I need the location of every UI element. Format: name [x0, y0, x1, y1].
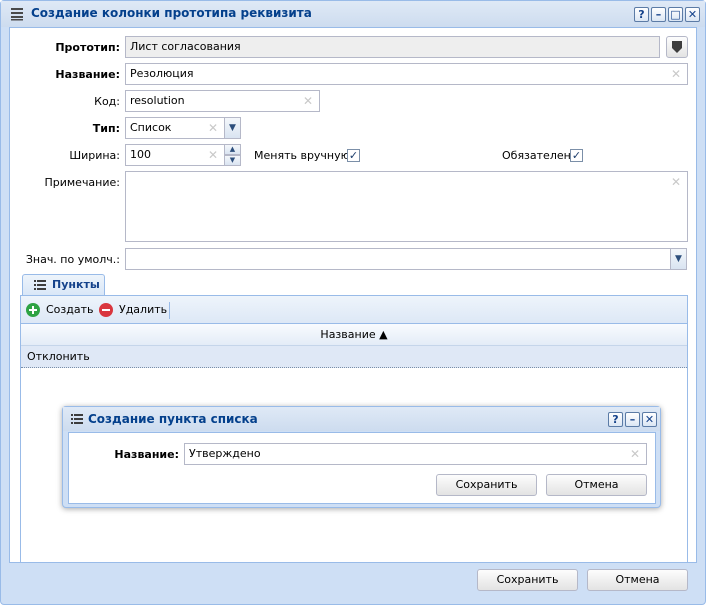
create-item-dialog: Создание пункта списка ? – ✕ Название: У…: [62, 406, 661, 508]
item-name-label: Название:: [114, 448, 179, 461]
code-label: Код:: [94, 95, 120, 108]
window-title: Создание колонки прототипа реквизита: [31, 6, 312, 20]
name-field[interactable]: Резолюция: [125, 63, 688, 85]
window-header[interactable]: Создание колонки прототипа реквизита ? –…: [1, 1, 705, 27]
spinner-up-icon[interactable]: ▲: [224, 144, 241, 155]
help-button[interactable]: ?: [634, 7, 649, 22]
clear-icon[interactable]: ✕: [303, 92, 313, 110]
note-label: Примечание:: [44, 176, 120, 189]
list-icon: [71, 414, 83, 424]
code-field[interactable]: resolution: [125, 90, 320, 112]
clear-icon[interactable]: ✕: [208, 146, 218, 164]
minimize-button[interactable]: –: [651, 7, 666, 22]
prototype-select-button[interactable]: [666, 36, 688, 58]
maximize-button[interactable]: □: [668, 7, 683, 22]
grid-toolbar: Создать Удалить: [21, 296, 687, 324]
table-row[interactable]: Отклонить: [21, 346, 687, 368]
default-combo[interactable]: [125, 248, 671, 270]
add-icon: [26, 303, 40, 317]
clear-icon[interactable]: ✕: [630, 445, 640, 463]
dialog-body: Название: Утверждено ✕ Сохранить Отмена: [68, 432, 656, 504]
prototype-field[interactable]: Лист согласования: [125, 36, 660, 58]
required-checkbox[interactable]: ✓: [570, 149, 583, 162]
dialog-help-button[interactable]: ?: [608, 412, 623, 427]
clear-icon[interactable]: ✕: [208, 119, 218, 137]
dialog-close-button[interactable]: ✕: [642, 412, 657, 427]
dialog-save-button[interactable]: Сохранить: [436, 474, 537, 496]
delete-label: Удалить: [119, 303, 168, 316]
save-button[interactable]: Сохранить: [477, 569, 578, 591]
manual-label: Менять вручную:: [254, 149, 354, 162]
type-label: Тип:: [92, 122, 120, 135]
remove-icon: [99, 303, 113, 317]
create-label: Создать: [46, 303, 94, 316]
clear-icon[interactable]: ✕: [671, 173, 681, 191]
item-name-field[interactable]: Утверждено: [184, 443, 647, 465]
tab-items[interactable]: Пункты: [22, 274, 105, 296]
dialog-cancel-button[interactable]: Отмена: [546, 474, 647, 496]
dialog-title: Создание пункта списка: [88, 412, 258, 426]
chevron-down-icon[interactable]: ▼: [670, 248, 687, 270]
column-header-name[interactable]: Название ▲: [21, 324, 687, 346]
dialog-header[interactable]: Создание пункта списка ? – ✕: [63, 407, 660, 431]
chevron-down-icon[interactable]: ▼: [224, 117, 241, 139]
cancel-button[interactable]: Отмена: [587, 569, 688, 591]
tab-items-label: Пункты: [52, 278, 100, 291]
name-label: Название:: [55, 68, 120, 81]
dialog-minimize-button[interactable]: –: [625, 412, 640, 427]
clear-icon[interactable]: ✕: [671, 65, 681, 83]
list-menu-icon: [11, 8, 23, 21]
shield-icon: [672, 41, 682, 53]
spinner-down-icon[interactable]: ▼: [224, 155, 241, 166]
close-button[interactable]: ✕: [685, 7, 700, 22]
width-label: Ширина:: [69, 149, 120, 162]
required-label: Обязателен:: [502, 149, 575, 162]
default-label: Знач. по умолч.:: [25, 253, 120, 266]
toolbar-separator: [169, 302, 170, 319]
note-textarea[interactable]: [125, 171, 688, 242]
manual-checkbox[interactable]: ✓: [347, 149, 360, 162]
prototype-label: Прототип:: [55, 41, 120, 54]
list-icon: [34, 280, 46, 290]
